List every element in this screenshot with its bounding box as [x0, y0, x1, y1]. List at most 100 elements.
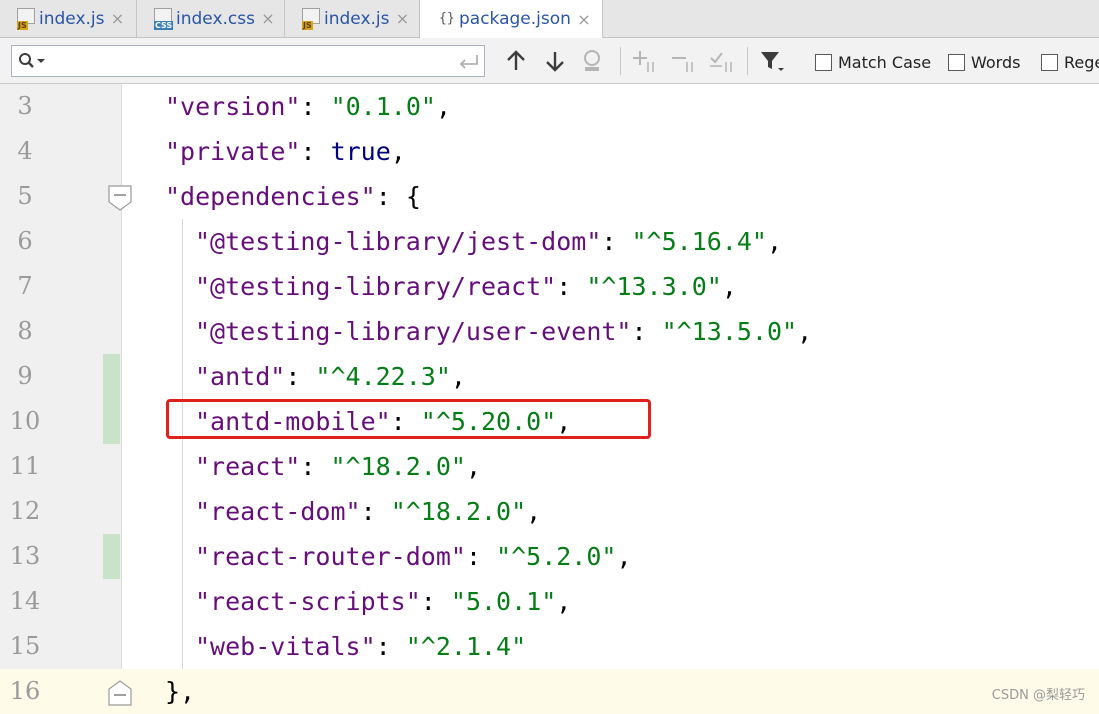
checkbox-box[interactable] — [815, 53, 832, 71]
code-text[interactable]: "web-vitals": "^2.1.4" — [195, 624, 526, 669]
code-line[interactable]: 6 "@testing-library/jest-dom": "^5.16.4", — [0, 219, 1099, 264]
json-key: "web-vitals" — [195, 632, 376, 661]
words-checkbox[interactable]: Words — [948, 51, 1020, 73]
json-string: "^13.5.0" — [661, 317, 798, 346]
json-string: "^18.2.0" — [390, 497, 527, 526]
match-case-checkbox[interactable]: Match Case — [815, 51, 931, 73]
code-text[interactable]: "react-scripts": "5.0.1", — [195, 579, 571, 624]
find-all-icon[interactable] — [578, 46, 608, 76]
search-input[interactable] — [54, 50, 458, 74]
close-icon[interactable]: × — [396, 9, 410, 28]
code-text[interactable]: "react-router-dom": "^5.2.0", — [195, 534, 632, 579]
code-text[interactable]: "@testing-library/react": "^13.3.0", — [195, 264, 737, 309]
js-file-icon: JS — [302, 7, 320, 30]
search-icon[interactable] — [17, 51, 47, 71]
code-line[interactable]: 8 "@testing-library/user-event": "^13.5.0… — [0, 309, 1099, 354]
fold-close-icon[interactable] — [108, 680, 132, 706]
code-text[interactable]: "react": "^18.2.0", — [195, 444, 481, 489]
code-line[interactable]: 4 "private": true, — [0, 129, 1099, 174]
close-icon[interactable]: × — [111, 9, 125, 28]
next-occurrence-button[interactable] — [540, 46, 570, 76]
checkbox-box[interactable] — [1041, 53, 1058, 71]
json-string: "^18.2.0" — [330, 452, 466, 481]
json-key: "react-dom" — [195, 497, 361, 526]
css-file-icon: CSS — [154, 7, 174, 30]
line-number: 7 — [17, 272, 33, 300]
punctuation: , — [526, 497, 542, 526]
change-marker[interactable] — [103, 399, 120, 444]
code-line[interactable]: 15 "web-vitals": "^2.1.4" — [0, 624, 1099, 669]
checkbox-box[interactable] — [948, 53, 965, 71]
editor-tab-bar: JS index.js × CSS index.css × JS index.j… — [0, 0, 1099, 38]
tab-index-css[interactable]: CSS index.css × — [137, 0, 285, 37]
tab-label: index.js — [39, 8, 105, 29]
code-text[interactable]: "version": "0.1.0", — [165, 84, 451, 129]
punctuation: : — [300, 92, 331, 121]
code-text[interactable]: "private": true, — [165, 129, 406, 174]
code-line[interactable]: 14 "react-scripts": "5.0.1", — [0, 579, 1099, 624]
punctuation: }, — [165, 677, 196, 706]
tab-package-json[interactable]: {} package.json × — [420, 0, 603, 38]
previous-occurrence-button[interactable] — [501, 46, 531, 76]
change-marker[interactable] — [103, 354, 120, 399]
code-editor[interactable]: 3 "version": "0.1.0", 4 "private": true, 5 "d… — [0, 84, 1099, 714]
code-text[interactable]: "dependencies": { — [165, 174, 421, 219]
code-line[interactable]: 16}, — [0, 669, 1099, 714]
punctuation: , — [556, 587, 572, 616]
code-line[interactable]: 3 "version": "0.1.0", — [0, 84, 1099, 129]
json-file-icon: {} — [439, 11, 455, 26]
line-number: 8 — [17, 317, 33, 345]
remove-occurrence-icon[interactable] — [669, 46, 699, 76]
tab-index-js-1[interactable]: JS index.js × — [0, 0, 137, 37]
punctuation: : — [285, 362, 316, 391]
line-number: 6 — [17, 227, 33, 255]
filter-icon[interactable] — [757, 46, 787, 76]
json-key: "antd" — [195, 362, 286, 391]
json-key: "react-router-dom" — [195, 542, 466, 571]
punctuation: : — [631, 317, 662, 346]
punctuation: , — [721, 272, 737, 301]
punctuation: , — [465, 452, 481, 481]
json-key: "@testing-library/react" — [195, 272, 557, 301]
add-occurrence-icon[interactable] — [630, 46, 660, 76]
enter-icon[interactable] — [458, 52, 480, 72]
code-text[interactable]: "@testing-library/user-event": "^13.5.0"… — [195, 309, 812, 354]
punctuation: , — [390, 137, 406, 166]
punctuation: , — [797, 317, 813, 346]
json-string: "^5.2.0" — [496, 542, 617, 571]
punctuation: : — [360, 497, 391, 526]
select-all-occurrences-icon[interactable] — [707, 46, 737, 76]
close-icon[interactable]: × — [577, 10, 591, 29]
close-icon[interactable]: × — [261, 9, 275, 28]
json-key: "@testing-library/jest-dom" — [195, 227, 602, 256]
punctuation: : — [465, 542, 497, 571]
code-text[interactable]: "react-dom": "^18.2.0", — [195, 489, 541, 534]
tab-index-js-2[interactable]: JS index.js × — [285, 0, 420, 37]
line-number: 4 — [17, 137, 33, 165]
match-case-label: Match Case — [838, 52, 932, 72]
json-string: "^13.3.0" — [586, 272, 722, 301]
punctuation: , — [435, 92, 451, 121]
code-line[interactable]: 13 "react-router-dom": "^5.2.0", — [0, 534, 1099, 579]
code-text[interactable]: "@testing-library/jest-dom": "^5.16.4", — [195, 219, 782, 264]
punctuation: : — [420, 587, 451, 616]
code-line[interactable]: 11 "react": "^18.2.0", — [0, 444, 1099, 489]
find-bar: Match Case Words Regex — [0, 38, 1099, 84]
punctuation: : — [556, 272, 587, 301]
line-number: 15 — [9, 632, 41, 660]
json-key: "version" — [165, 92, 301, 121]
json-key: "react" — [195, 452, 301, 481]
code-line[interactable]: 5 "dependencies": { — [0, 174, 1099, 219]
code-line[interactable]: 9 "antd": "^4.22.3", — [0, 354, 1099, 399]
code-line[interactable]: 12 "react-dom": "^18.2.0", — [0, 489, 1099, 534]
regex-checkbox[interactable]: Regex — [1041, 51, 1099, 73]
punctuation: : — [601, 227, 632, 256]
line-number: 12 — [9, 497, 41, 525]
code-text[interactable]: }, — [165, 669, 195, 714]
change-marker[interactable] — [103, 534, 120, 579]
punctuation: , — [616, 542, 632, 571]
code-text[interactable]: "antd": "^4.22.3", — [195, 354, 466, 399]
code-line[interactable]: 7 "@testing-library/react": "^13.3.0", — [0, 264, 1099, 309]
fold-open-icon[interactable] — [108, 185, 132, 211]
search-field[interactable] — [11, 45, 485, 77]
